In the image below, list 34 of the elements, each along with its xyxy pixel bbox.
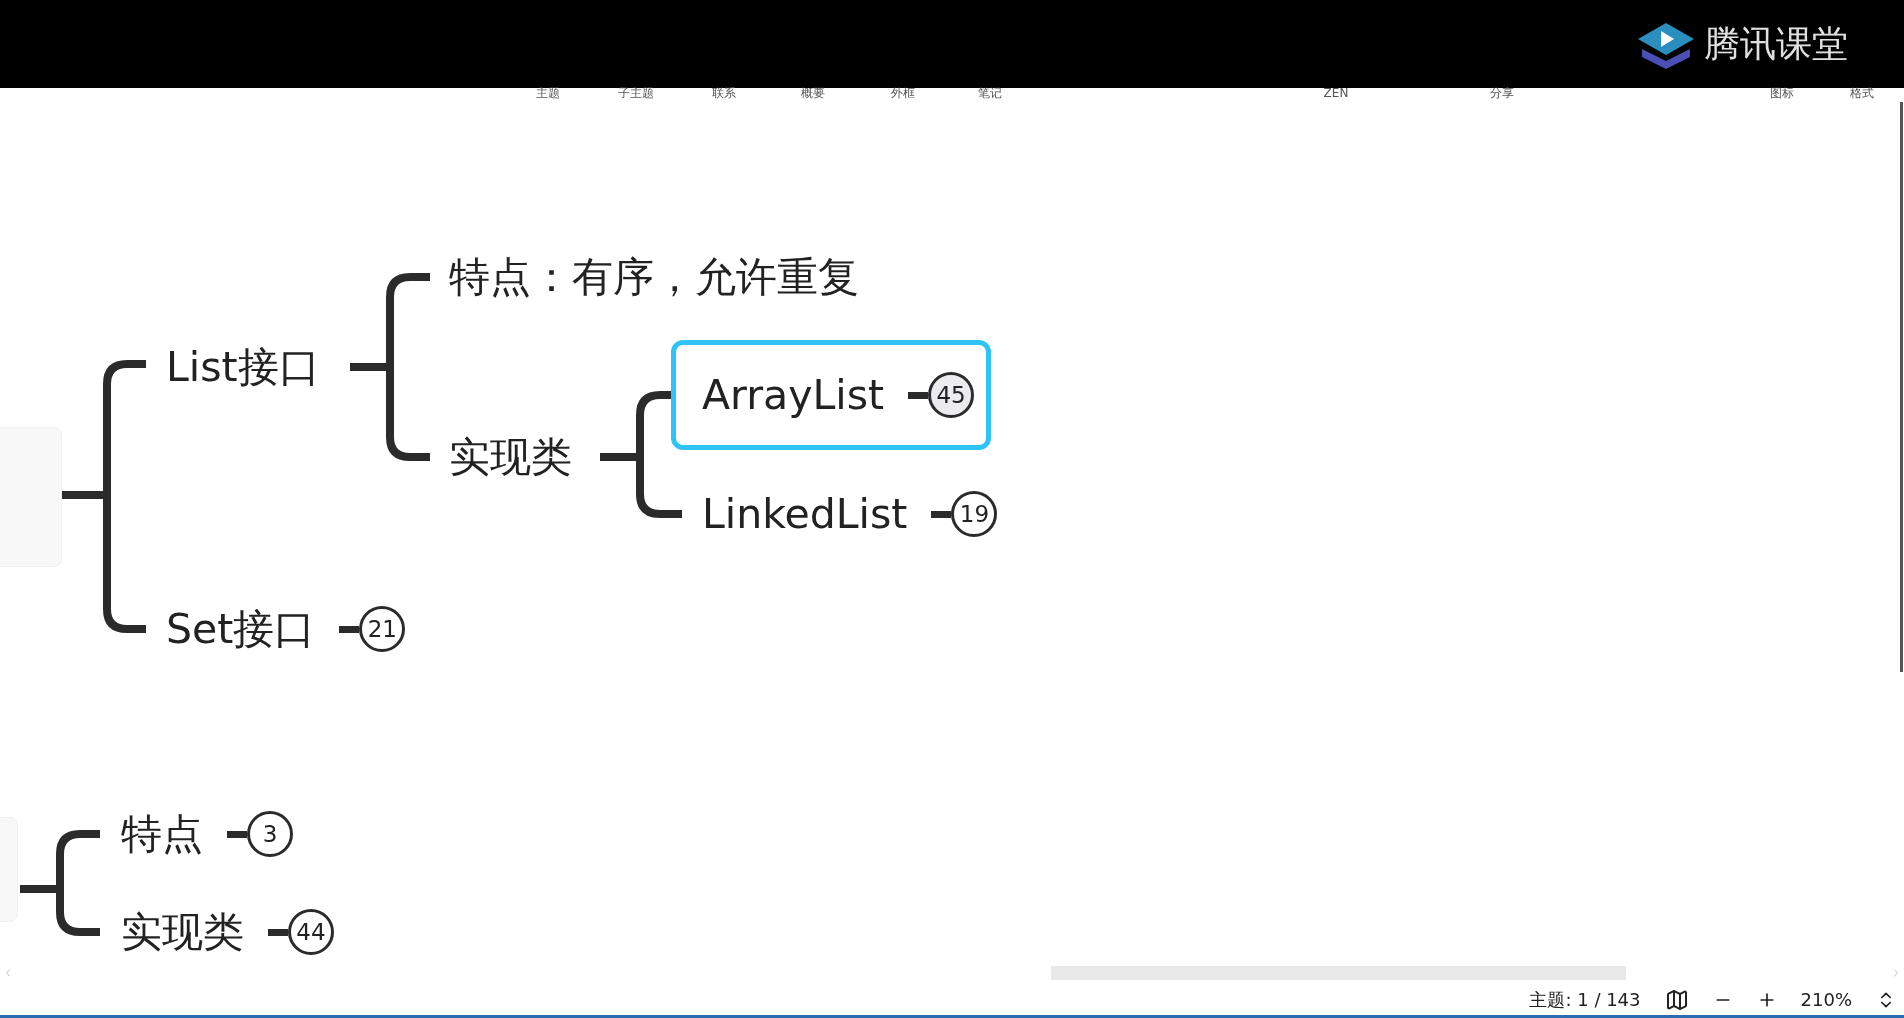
count-badge[interactable]: 19 [951, 491, 998, 537]
topic-label: 特点 [121, 810, 203, 858]
topic-label: LinkedList [702, 490, 908, 538]
toolbar-button[interactable]: 子主题 [618, 86, 654, 100]
topic-node[interactable]: 实现类 [418, 402, 589, 512]
toolbar-button[interactable]: 外框 [891, 86, 915, 100]
map-icon[interactable] [1664, 987, 1689, 1012]
toolbar-button[interactable]: 概要 [801, 86, 825, 100]
toolbar-button[interactable]: 主题 [536, 86, 560, 100]
toolbar-button[interactable]: 分享 [1490, 86, 1514, 100]
topic-label: 实现类 [449, 433, 572, 481]
toolbar-button[interactable]: 格式 [1850, 86, 1874, 100]
topic-node[interactable]: ArrayList 45 [671, 340, 992, 450]
topic-node[interactable]: 特点：有序，允许重复 [418, 222, 876, 332]
logo-text: 腾讯课堂 [1704, 26, 1848, 62]
topic-node[interactable]: Set接口 21 [135, 574, 423, 684]
topic-node[interactable]: List接口 [135, 312, 337, 422]
toolbar-button[interactable]: 笔记 [978, 86, 1002, 100]
toolbar-button[interactable]: ZEN [1323, 86, 1349, 100]
toolbar-button[interactable]: 图标 [1770, 86, 1794, 100]
count-badge[interactable]: 3 [247, 811, 293, 857]
topic-node[interactable]: LinkedList 19 [671, 459, 1015, 569]
zoom-level[interactable]: 210% [1800, 986, 1852, 1013]
count-badge[interactable]: 45 [928, 372, 975, 418]
vertical-scrollbar[interactable] [1900, 102, 1903, 672]
topic-label: ArrayList [702, 371, 885, 419]
topic-label: 实现类 [121, 908, 244, 956]
topic-label: Set接口 [166, 605, 316, 653]
count-badge[interactable]: 44 [288, 909, 334, 955]
topic-label: 特点：有序，允许重复 [449, 253, 859, 301]
topic-count: 主题: 1 / 143 [1529, 988, 1641, 1012]
toolbar-button[interactable]: 联系 [712, 86, 736, 100]
count-badge[interactable]: 21 [359, 606, 406, 652]
topic-label: List接口 [166, 343, 320, 391]
